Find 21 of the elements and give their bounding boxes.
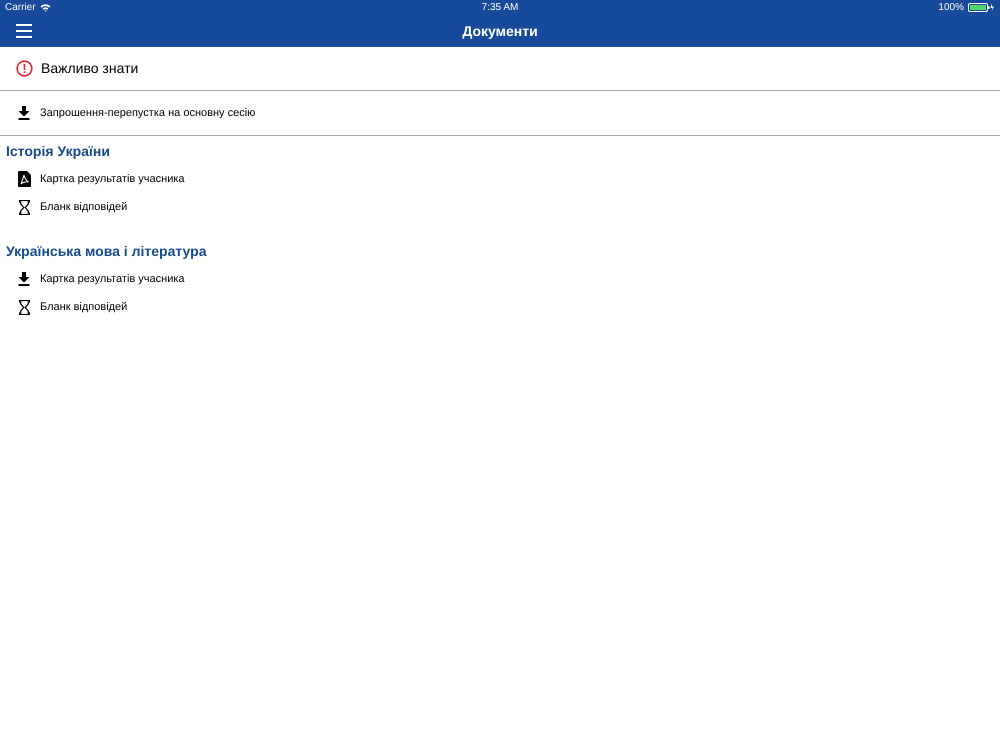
- hourglass-icon: [18, 200, 30, 214]
- document-link[interactable]: Бланк відповідей: [40, 298, 128, 316]
- nav-title: Документи: [462, 22, 538, 41]
- pdf-file-icon: [18, 171, 30, 187]
- document-link[interactable]: Картка результатів учасника: [40, 270, 185, 288]
- hourglass-icon: [18, 300, 30, 314]
- wifi-icon: [40, 4, 51, 12]
- notice-label[interactable]: Важливо знати: [41, 58, 138, 79]
- battery-label: 100%: [938, 1, 964, 15]
- section-heading: Історія України: [5, 142, 111, 161]
- document-link[interactable]: Запрошення-перепустка на основну сесію: [40, 104, 256, 122]
- document-link[interactable]: Бланк відповідей: [40, 198, 128, 216]
- battery-icon: [968, 3, 995, 12]
- download-icon: [18, 106, 30, 120]
- menu-button[interactable]: [16, 24, 32, 38]
- section-heading: Українська мова і література: [5, 242, 208, 261]
- alert-icon: [16, 60, 33, 77]
- clock-label: 7:35 AM: [482, 1, 518, 15]
- carrier-label: Carrier: [5, 1, 36, 15]
- document-link[interactable]: Картка результатів учасника: [40, 170, 185, 188]
- download-icon: [18, 272, 30, 286]
